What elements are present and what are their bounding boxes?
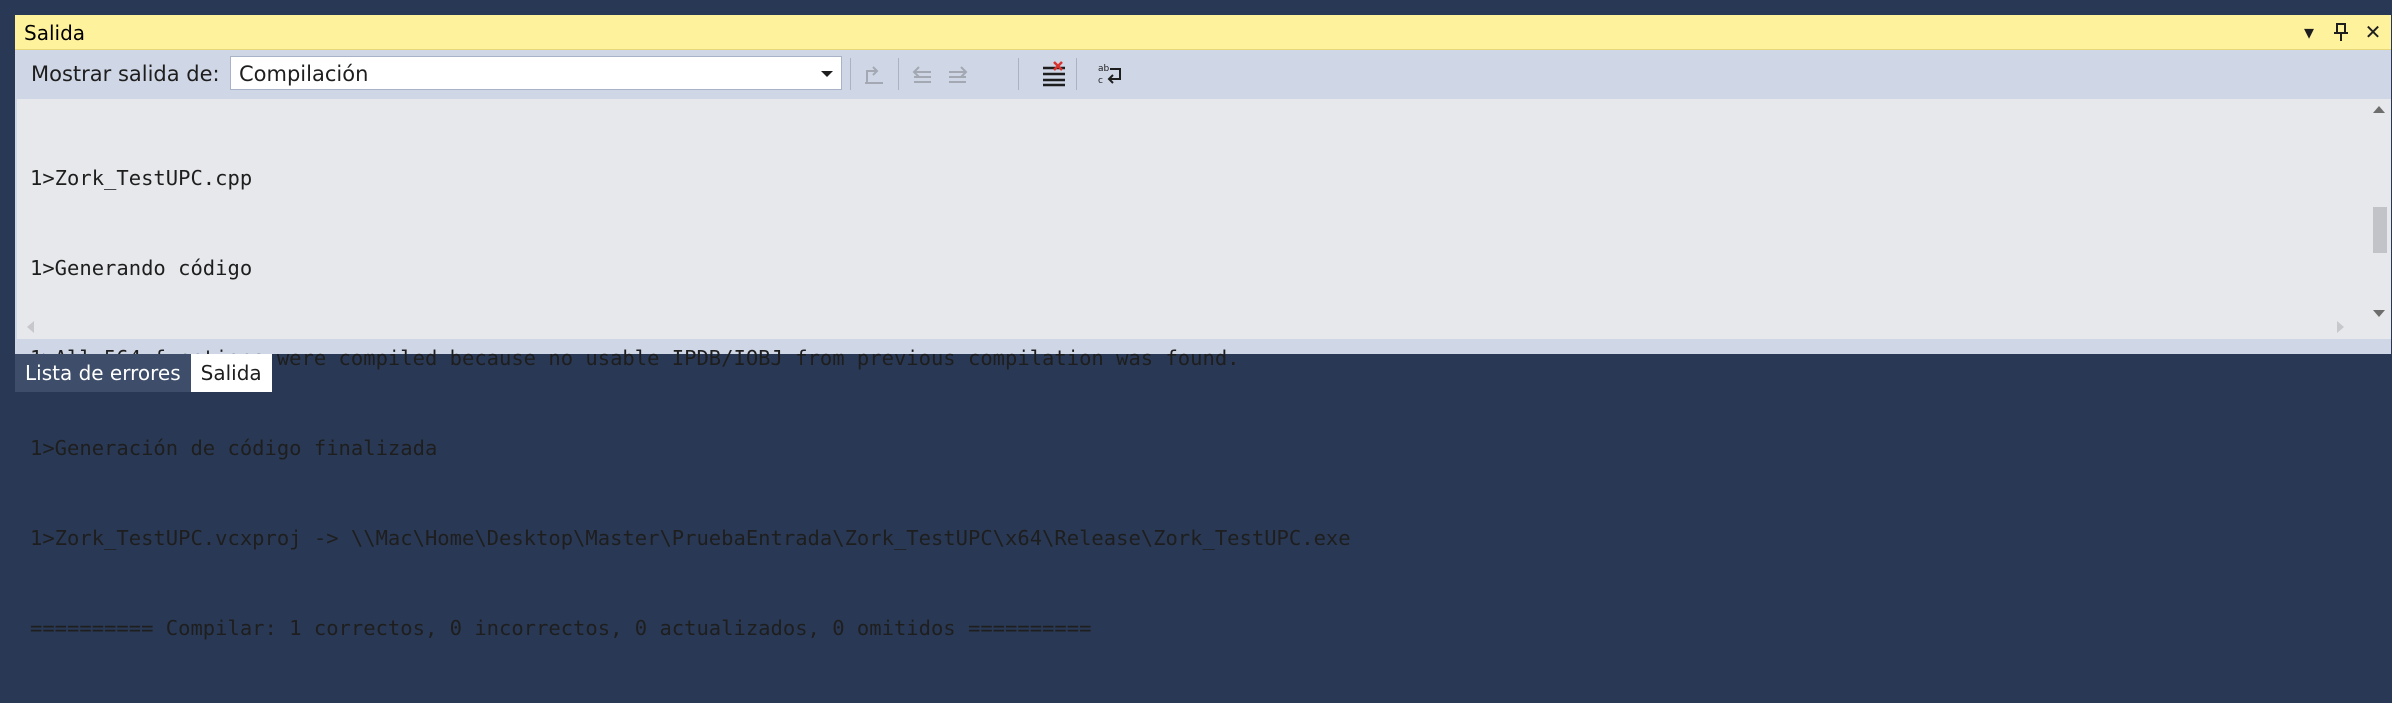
output-line: 1>Zork_TestUPC.vcxproj -> \\Mac\Home\Des…: [30, 526, 1351, 550]
clear-all-icon[interactable]: [1038, 58, 1070, 90]
find-message-in-code-icon[interactable]: [858, 58, 890, 90]
output-toolbar: Mostrar salida de: Compilación ab c: [15, 50, 2391, 98]
show-output-label: Mostrar salida de:: [31, 62, 220, 86]
output-line: 1>Generación de código finalizada: [30, 436, 438, 460]
output-line: 1>Generando código: [30, 256, 253, 280]
toggle-word-wrap-icon[interactable]: ab c: [1094, 58, 1126, 90]
scroll-left-icon[interactable]: [27, 321, 34, 333]
dropdown-arrow-icon[interactable]: ▾: [2295, 18, 2323, 46]
output-source-value: Compilación: [239, 62, 369, 86]
output-lines: 1>Zork_TestUPC.cpp 1>Generando código 1>…: [30, 103, 1351, 703]
chevron-down-icon[interactable]: [821, 71, 833, 77]
bottom-tab-strip: Lista de errores Salida: [15, 354, 272, 392]
scroll-up-icon[interactable]: [2373, 106, 2385, 113]
scroll-down-icon[interactable]: [2373, 310, 2385, 317]
vertical-scrollbar[interactable]: [2367, 99, 2391, 339]
tab-error-list[interactable]: Lista de errores: [15, 354, 191, 392]
svg-text:ab: ab: [1098, 64, 1110, 74]
output-source-dropdown[interactable]: Compilación: [230, 56, 842, 90]
go-to-previous-message-icon[interactable]: [906, 58, 938, 90]
toolbar-separator: [850, 58, 851, 90]
svg-text:c: c: [1098, 76, 1103, 86]
window-title: Salida: [24, 21, 86, 45]
tab-output[interactable]: Salida: [190, 354, 272, 392]
toolbar-separator: [898, 58, 899, 90]
go-to-next-message-icon[interactable]: [942, 58, 974, 90]
title-bar[interactable]: Salida ▾ ✕: [15, 15, 2391, 50]
output-window: Salida ▾ ✕ Mostrar salida de: Compilació…: [15, 15, 2391, 640]
output-line: 1>Zork_TestUPC.cpp: [30, 166, 253, 190]
toolbar-separator: [1076, 58, 1077, 90]
vertical-scroll-thumb[interactable]: [2373, 207, 2387, 253]
toolbar-separator: [1018, 58, 1019, 90]
output-line: ========== Compilar: 1 correctos, 0 inco…: [30, 616, 1092, 640]
close-icon[interactable]: ✕: [2359, 18, 2387, 46]
horizontal-scrollbar[interactable]: [17, 315, 2367, 337]
pin-icon[interactable]: [2327, 18, 2355, 46]
scroll-right-icon[interactable]: [2337, 321, 2344, 333]
output-text-area[interactable]: 1>Zork_TestUPC.cpp 1>Generando código 1>…: [17, 99, 2367, 640]
